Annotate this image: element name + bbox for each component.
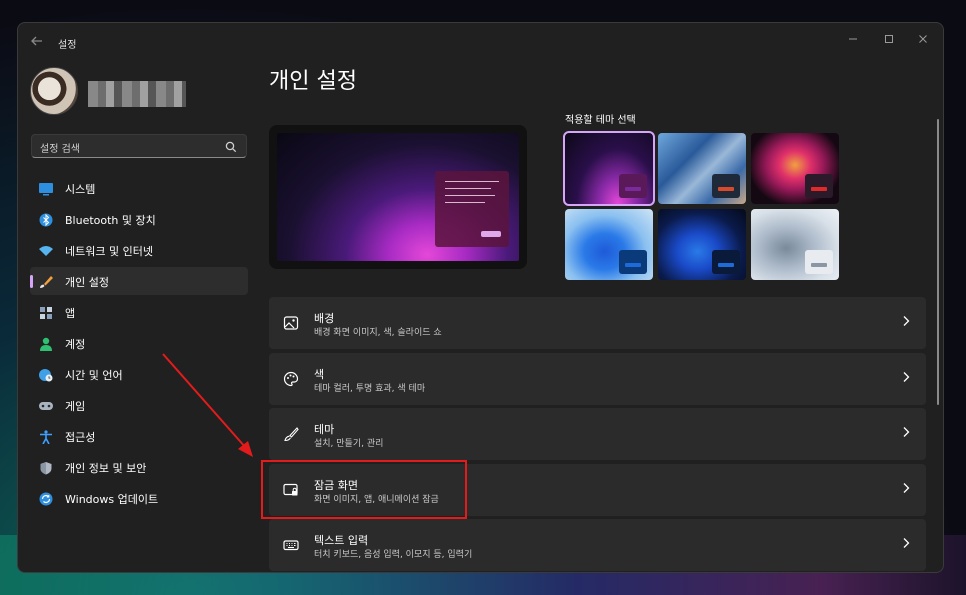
- sidebar-item-label: 시스템: [65, 183, 96, 196]
- search-icon[interactable]: [224, 139, 238, 153]
- scrollbar[interactable]: [937, 119, 939, 405]
- sidebar-item-accounts[interactable]: 계정: [30, 329, 248, 357]
- sidebar-item-label: 개인 설정: [65, 276, 109, 289]
- page-title: 개인 설정: [269, 69, 357, 94]
- settings-window: 설정 설정 검색 시스템 Bluetooth 및 장치 네트워크 및 인터넷 개…: [17, 22, 944, 573]
- maximize-button[interactable]: [873, 29, 905, 53]
- search-box[interactable]: 설정 검색: [31, 134, 247, 158]
- card-subtitle: 설치, 만들기, 관리: [314, 439, 384, 449]
- theme-badge: [619, 250, 647, 274]
- card-background[interactable]: 배경 배경 화면 이미지, 색, 슬라이드 쇼: [269, 297, 926, 349]
- accessibility-icon: [38, 429, 54, 445]
- chevron-right-icon: [902, 537, 912, 551]
- sidebar-item-gaming[interactable]: 게임: [30, 391, 248, 419]
- shield-icon: [38, 460, 54, 475]
- card-subtitle: 배경 화면 이미지, 색, 슬라이드 쇼: [314, 328, 442, 338]
- chevron-right-icon: [902, 371, 912, 385]
- sidebar-item-accessibility[interactable]: 접근성: [30, 422, 248, 450]
- sidebar-item-time-language[interactable]: 시간 및 언어: [30, 360, 248, 388]
- wifi-icon: [38, 243, 54, 257]
- sidebar-item-privacy[interactable]: 개인 정보 및 보안: [30, 453, 248, 481]
- sidebar-item-label: 접근성: [65, 431, 96, 444]
- card-text-input[interactable]: 텍스트 입력 터치 키보드, 음성 입력, 이모지 등, 입력기: [269, 519, 926, 571]
- card-title: 색: [314, 368, 325, 381]
- card-colors[interactable]: 색 테마 컬러, 투명 효과, 색 테마: [269, 353, 926, 405]
- back-arrow-icon[interactable]: [30, 34, 46, 50]
- preview-window: [435, 171, 509, 247]
- image-icon: [283, 315, 299, 331]
- minimize-button[interactable]: [837, 29, 869, 53]
- theme-tile-bloom-dark[interactable]: [658, 209, 746, 280]
- bluetooth-icon: [38, 212, 54, 227]
- sidebar-nav: 시스템 Bluetooth 및 장치 네트워크 및 인터넷 개인 설정 앱 계정…: [30, 174, 248, 515]
- account-icon: [38, 336, 54, 351]
- card-subtitle: 터치 키보드, 음성 입력, 이모지 등, 입력기: [314, 550, 473, 560]
- theme-heading: 적용할 테마 선택: [565, 115, 636, 126]
- chevron-right-icon: [902, 315, 912, 329]
- chevron-right-icon: [902, 426, 912, 440]
- theme-badge: [712, 174, 740, 198]
- sidebar-item-personalization[interactable]: 개인 설정: [30, 267, 248, 295]
- system-icon: [38, 181, 54, 196]
- window-title: 설정: [58, 40, 77, 51]
- card-subtitle: 테마 컬러, 투명 효과, 색 테마: [314, 384, 426, 394]
- theme-badge: [619, 174, 647, 198]
- profile-name-redacted: [88, 81, 186, 107]
- sidebar-item-label: 개인 정보 및 보안: [65, 462, 147, 475]
- active-indicator: [30, 275, 33, 288]
- chevron-right-icon: [902, 482, 912, 496]
- card-title: 배경: [314, 312, 335, 325]
- card-themes[interactable]: 테마 설치, 만들기, 관리: [269, 408, 926, 460]
- search-input[interactable]: 설정 검색: [40, 140, 80, 155]
- sidebar-item-label: 네트워크 및 인터넷: [65, 245, 153, 258]
- theme-badge: [805, 174, 833, 198]
- sidebar-item-label: Bluetooth 및 장치: [65, 214, 156, 227]
- theme-tile-bloom-light[interactable]: [565, 209, 653, 280]
- sidebar-item-label: 계정: [65, 338, 86, 351]
- avatar: [30, 67, 78, 115]
- annotation-highlight-box: [261, 460, 467, 519]
- theme-tile-chefchaouen[interactable]: [658, 133, 746, 204]
- update-icon: [38, 491, 54, 506]
- theme-tile-flower[interactable]: [751, 133, 839, 204]
- sidebar-item-system[interactable]: 시스템: [30, 174, 248, 202]
- theme-tile-glow-dark[interactable]: [563, 131, 655, 206]
- sidebar-item-label: 게임: [65, 400, 86, 413]
- brush-icon: [38, 274, 54, 288]
- theme-badge: [805, 250, 833, 274]
- close-button[interactable]: [907, 29, 939, 53]
- palette-icon: [283, 371, 299, 387]
- sidebar-item-apps[interactable]: 앱: [30, 298, 248, 326]
- sidebar-item-bluetooth[interactable]: Bluetooth 및 장치: [30, 205, 248, 233]
- apps-icon: [38, 305, 54, 319]
- theme-badge: [712, 250, 740, 274]
- theme-preview: [269, 125, 527, 269]
- card-title: 테마: [314, 423, 335, 436]
- theme-tile-captured-motion[interactable]: [751, 209, 839, 280]
- preview-desktop: [277, 133, 519, 261]
- brush-icon: [283, 426, 299, 442]
- keyboard-icon: [283, 537, 299, 553]
- sidebar-item-label: Windows 업데이트: [65, 493, 159, 506]
- card-title: 텍스트 입력: [314, 534, 369, 547]
- sidebar-item-network[interactable]: 네트워크 및 인터넷: [30, 236, 248, 264]
- sidebar-item-label: 앱: [65, 307, 76, 320]
- sidebar-item-label: 시간 및 언어: [65, 369, 123, 382]
- globe-clock-icon: [38, 367, 54, 382]
- gamepad-icon: [38, 398, 54, 412]
- title-bar: 설정: [18, 23, 943, 61]
- sidebar-item-windows-update[interactable]: Windows 업데이트: [30, 484, 248, 512]
